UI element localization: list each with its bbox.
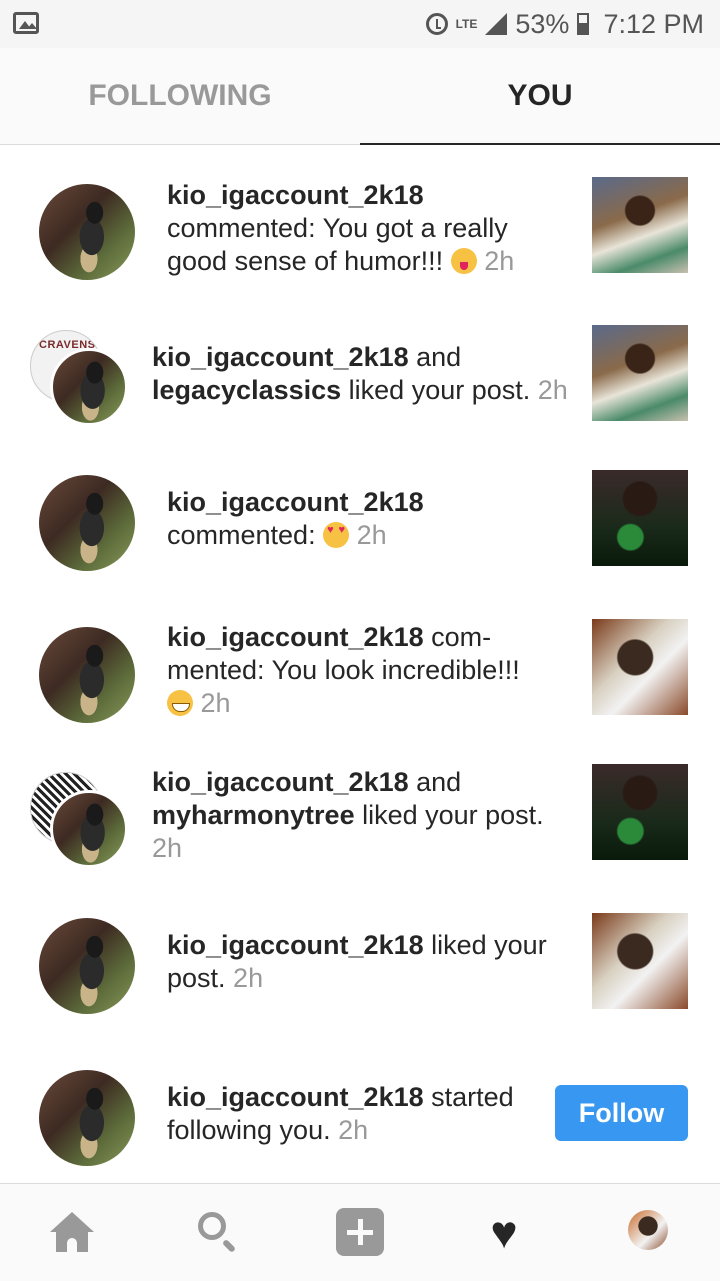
activity-text: kio_igaccount_2k18 com-mented: You look …	[167, 621, 557, 720]
clock: 7:12 PM	[603, 8, 704, 39]
username-secondary[interactable]: legacyclassics	[152, 375, 341, 405]
username[interactable]: kio_igaccount_2k18	[152, 767, 409, 797]
post-thumbnail[interactable]	[592, 764, 688, 860]
heart-icon[interactable]: ♥	[480, 1208, 528, 1256]
battery-icon	[577, 13, 590, 35]
timestamp: 2h	[233, 963, 264, 993]
post-thumbnail[interactable]	[592, 325, 688, 421]
list-item[interactable]: kio_igaccount_2k18 liked your post. 2h	[0, 913, 720, 1023]
username[interactable]: kio_igaccount_2k18	[167, 930, 424, 960]
timestamp: 2h	[338, 1115, 369, 1145]
activity-message: liked your post.	[354, 800, 544, 830]
post-thumbnail[interactable]	[592, 913, 688, 1009]
list-item[interactable]: kio_igaccount_2k18 and myharmonytree lik…	[0, 762, 720, 872]
list-item[interactable]: CRAVENS kio_igaccount_2k18 and legacycla…	[0, 325, 720, 435]
avatar[interactable]	[39, 918, 135, 1014]
username-secondary[interactable]: myharmonytree	[152, 800, 355, 830]
network-type: LTE	[455, 16, 478, 31]
activity-text: kio_igaccount_2k18 commented: You got a …	[167, 179, 557, 278]
list-item[interactable]: kio_igaccount_2k18 com-mented: You look …	[0, 617, 720, 727]
search-icon[interactable]	[194, 1208, 242, 1256]
follow-button[interactable]: Follow	[555, 1085, 688, 1141]
activity-text: kio_igaccount_2k18 started following you…	[167, 1081, 537, 1147]
username[interactable]: kio_igaccount_2k18	[167, 622, 424, 652]
avatar[interactable]	[39, 627, 135, 723]
status-bar: LTE 53% 7:12 PM	[0, 0, 720, 48]
timestamp: 2h	[484, 246, 515, 276]
activity-message: liked your post.	[341, 375, 538, 405]
activity-tabs: FOLLOWING YOU	[0, 48, 720, 145]
post-thumbnail[interactable]	[592, 619, 688, 715]
active-tab-indicator	[360, 143, 720, 145]
timestamp: 2h	[152, 833, 183, 863]
list-item[interactable]: kio_igaccount_2k18 started following you…	[0, 1065, 720, 1175]
home-icon[interactable]	[48, 1208, 96, 1256]
activity-message: commented:	[167, 520, 324, 550]
status-icons: LTE 53% 7:12 PM	[425, 6, 704, 42]
avatar[interactable]	[39, 184, 135, 280]
avatar[interactable]	[39, 475, 135, 571]
username[interactable]: kio_igaccount_2k18	[167, 180, 424, 210]
timestamp: 2h	[200, 688, 231, 718]
avatar[interactable]	[39, 1070, 135, 1166]
post-thumbnail[interactable]	[592, 177, 688, 273]
list-item[interactable]: kio_igaccount_2k18 commented: You got a …	[0, 175, 720, 285]
activity-text: kio_igaccount_2k18 commented: 2h	[167, 486, 557, 552]
heart-eyes-emoji-icon	[323, 522, 350, 548]
avatar[interactable]	[50, 790, 128, 868]
tab-following[interactable]: FOLLOWING	[0, 48, 360, 144]
activity-text: kio_igaccount_2k18 and myharmonytree lik…	[152, 766, 572, 865]
signal-icon	[485, 13, 508, 35]
battery-percent: 53%	[515, 8, 570, 39]
profile-icon[interactable]	[628, 1210, 668, 1250]
joiner-text: and	[408, 342, 462, 372]
joiner-text: and	[408, 767, 462, 797]
grinning-face-emoji-icon	[167, 690, 193, 716]
gallery-notification-icon	[13, 12, 39, 34]
list-item[interactable]: kio_igaccount_2k18 commented: 2h	[0, 470, 720, 580]
activity-text: kio_igaccount_2k18 liked your post. 2h	[167, 929, 557, 995]
timestamp: 2h	[356, 520, 387, 550]
avatar[interactable]	[50, 348, 128, 426]
add-icon[interactable]	[336, 1208, 384, 1256]
bottom-nav: ♥	[0, 1183, 720, 1281]
activity-text: kio_igaccount_2k18 and legacyclassics li…	[152, 341, 572, 407]
face-with-tongue-emoji-icon	[450, 248, 477, 274]
alarm-icon	[425, 13, 448, 35]
username[interactable]: kio_igaccount_2k18	[152, 342, 409, 372]
username[interactable]: kio_igaccount_2k18	[167, 487, 424, 517]
username[interactable]: kio_igaccount_2k18	[167, 1082, 424, 1112]
post-thumbnail[interactable]	[592, 470, 688, 566]
timestamp: 2h	[537, 375, 568, 405]
tab-you[interactable]: YOU	[360, 48, 720, 144]
